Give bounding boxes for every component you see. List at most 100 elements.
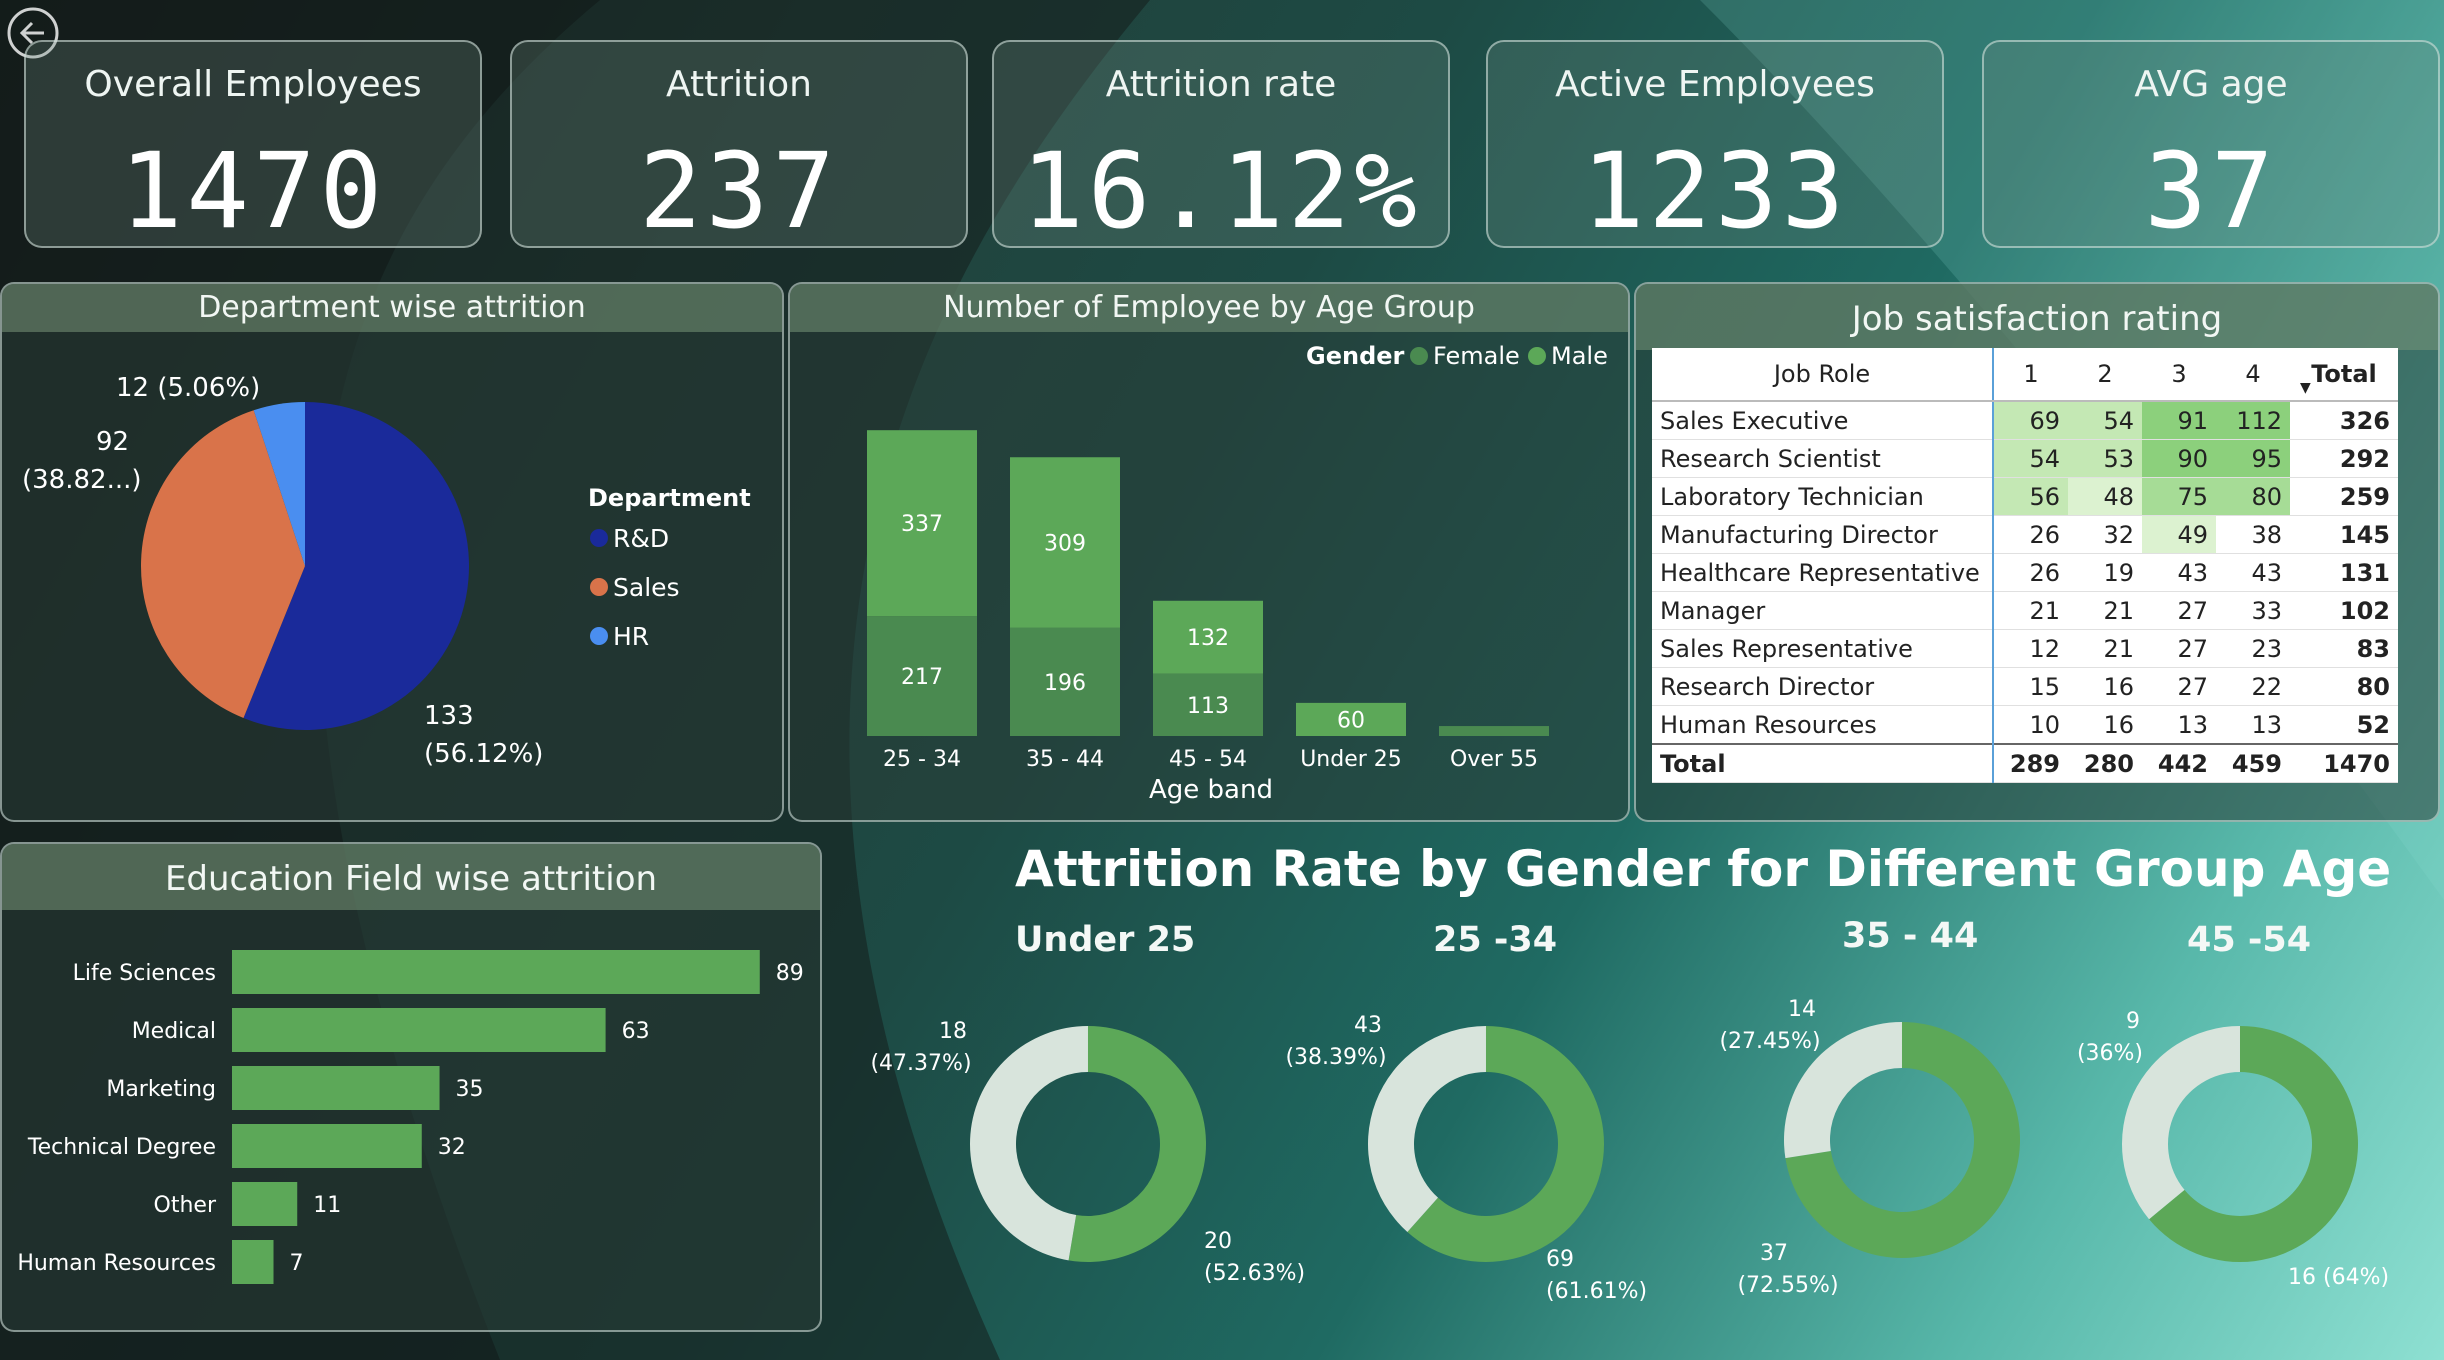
table-cell: 95 [2216, 439, 2290, 478]
table-cell: 459 [2216, 743, 2290, 783]
section-title: Attrition Rate by Gender for Different G… [1015, 840, 2392, 898]
kpi-title: Attrition rate [1105, 64, 1337, 105]
bar-value-label: 132 [1187, 626, 1229, 651]
donut-segment-female[interactable] [1368, 1026, 1486, 1232]
bar-value-label: 63 [622, 1019, 650, 1044]
table-cell: 26 [1992, 515, 2068, 554]
edu-bar[interactable] [232, 950, 760, 994]
table-row[interactable]: Laboratory Technician 56 48 75 80 259 [1652, 477, 2398, 516]
column-header-sorted[interactable]: Total ▼ [2290, 348, 2398, 402]
kpi-value: 16.12% [1021, 130, 1421, 252]
row-label: Manufacturing Director [1652, 515, 1993, 554]
table-cell: 16 [2068, 705, 2142, 745]
row-label: Human Resources [1652, 705, 1993, 745]
x-tick-label: 45 - 54 [1169, 747, 1247, 772]
donut-label: 37 [1760, 1241, 1788, 1266]
bar-value-label: 60 [1337, 708, 1365, 733]
table-cell: 32 [2068, 515, 2142, 554]
edu-bar[interactable] [232, 1066, 440, 1110]
kpi-card-attrition-rate: Attrition rate 16.12% [992, 40, 1450, 252]
bar-value-label: 11 [313, 1193, 341, 1218]
row-label: Research Scientist [1652, 439, 1993, 478]
table-cell: 21 [2068, 591, 2142, 630]
kpi-title: Overall Employees [84, 64, 422, 105]
pie-label-sales-pct: (38.82...) [22, 465, 142, 495]
table-cell: 54 [1992, 439, 2068, 478]
donut-label: 14 [1788, 997, 1816, 1022]
column-header[interactable]: Job Role [1652, 348, 1993, 402]
column-header-label: Total [2311, 360, 2377, 388]
edu-bar[interactable] [232, 1008, 606, 1052]
table-row[interactable]: Research Scientist 54 53 90 95 292 [1652, 439, 2398, 478]
table-cell: 442 [2142, 743, 2216, 783]
table-row[interactable]: Healthcare Representative 26 19 43 43 131 [1652, 553, 2398, 592]
table-cell: 13 [2216, 705, 2290, 745]
donut-label: (52.63%) [1204, 1261, 1305, 1286]
donut-label: 9 [2126, 1009, 2140, 1034]
bar-value-label: 196 [1044, 671, 1086, 696]
legend-item-sales: Sales [613, 573, 680, 602]
table-cell: 83 [2290, 629, 2398, 668]
y-tick-label: Marketing [106, 1077, 216, 1102]
donut-label: 69 [1546, 1247, 1574, 1272]
table-cell: 326 [2290, 401, 2398, 440]
column-header[interactable]: 1 [1992, 348, 2068, 402]
bar-value-label: 35 [456, 1077, 484, 1102]
bar-value-label: 32 [438, 1135, 466, 1160]
table-cell: 15 [1992, 667, 2068, 706]
donut-label: (27.45%) [1719, 1029, 1820, 1054]
kpi-value: 1233 [1581, 130, 1849, 252]
edu-bar[interactable] [232, 1240, 274, 1284]
table-cell: 75 [2142, 477, 2216, 516]
x-tick-label: 25 - 34 [883, 747, 961, 772]
table-cell: 112 [2216, 401, 2290, 440]
donut-label: (47.37%) [870, 1051, 971, 1076]
row-label: Sales Executive [1652, 401, 1993, 440]
table-row[interactable]: Manufacturing Director 26 32 49 38 145 [1652, 515, 2398, 554]
donut-segment-female[interactable] [970, 1026, 1088, 1261]
bar-female[interactable] [1439, 726, 1549, 736]
donut-segment-male[interactable] [1407, 1026, 1605, 1262]
bar-value-label: 113 [1187, 694, 1229, 719]
sort-desc-icon: ▼ [2300, 380, 2311, 396]
x-tick-label: 35 - 44 [1026, 747, 1104, 772]
table-cell: 1470 [2290, 743, 2398, 783]
edu-bar[interactable] [232, 1182, 298, 1226]
legend-title: Department [588, 484, 751, 512]
table-cell: 21 [2068, 629, 2142, 668]
column-header[interactable]: 3 [2142, 348, 2216, 402]
table-cell: 52 [2290, 705, 2398, 745]
y-tick-label: Human Resources [17, 1251, 216, 1276]
edu-bar[interactable] [232, 1124, 422, 1168]
table-row[interactable]: Manager 21 21 27 33 102 [1652, 591, 2398, 630]
donut-segment-male[interactable] [1785, 1022, 2020, 1258]
table-cell: 280 [2068, 743, 2142, 783]
table-cell: 16 [2068, 667, 2142, 706]
donut-title-45-54: 45 -54 [2187, 920, 2312, 960]
column-header[interactable]: 4 [2216, 348, 2290, 402]
x-tick-label: Under 25 [1300, 747, 1402, 772]
table-cell: 69 [1992, 401, 2068, 440]
pie-label-rd-pct: (56.12%) [424, 739, 543, 769]
table-row[interactable]: Research Director 15 16 27 22 80 [1652, 667, 2398, 706]
kpi-card-active-employees: Active Employees 1233 [1486, 40, 1944, 252]
table-cell: 80 [2216, 477, 2290, 516]
bar-value-label: 309 [1044, 532, 1086, 557]
pie-label-sales-value: 92 [96, 427, 129, 457]
donut-segment-male[interactable] [1068, 1026, 1207, 1262]
donut-segment-female[interactable] [1784, 1022, 1902, 1159]
donut-label: 20 [1204, 1229, 1232, 1254]
table-row[interactable]: Sales Executive 69 54 91 112 326 [1652, 401, 2398, 440]
row-label: Total [1652, 743, 1993, 783]
table-total-row[interactable]: Total 289 280 442 459 1470 [1652, 743, 2398, 783]
donut-title-under-25: Under 25 [1015, 920, 1196, 960]
department-attrition-panel: Department wise attrition 133 (56.12%) 9… [0, 282, 784, 822]
table-row[interactable]: Human Resources 10 16 13 13 52 [1652, 705, 2398, 745]
donut-segment-male[interactable] [2149, 1026, 2358, 1262]
column-header[interactable]: 2 [2068, 348, 2142, 402]
age-group-panel: Number of Employee by Age Group 217 337 25… [788, 282, 1630, 822]
donut-segment-female[interactable] [2121, 1026, 2240, 1220]
legend-item-male: Male [1551, 342, 1608, 370]
table-cell: 102 [2290, 591, 2398, 630]
table-row[interactable]: Sales Representative 12 21 27 23 83 [1652, 629, 2398, 668]
